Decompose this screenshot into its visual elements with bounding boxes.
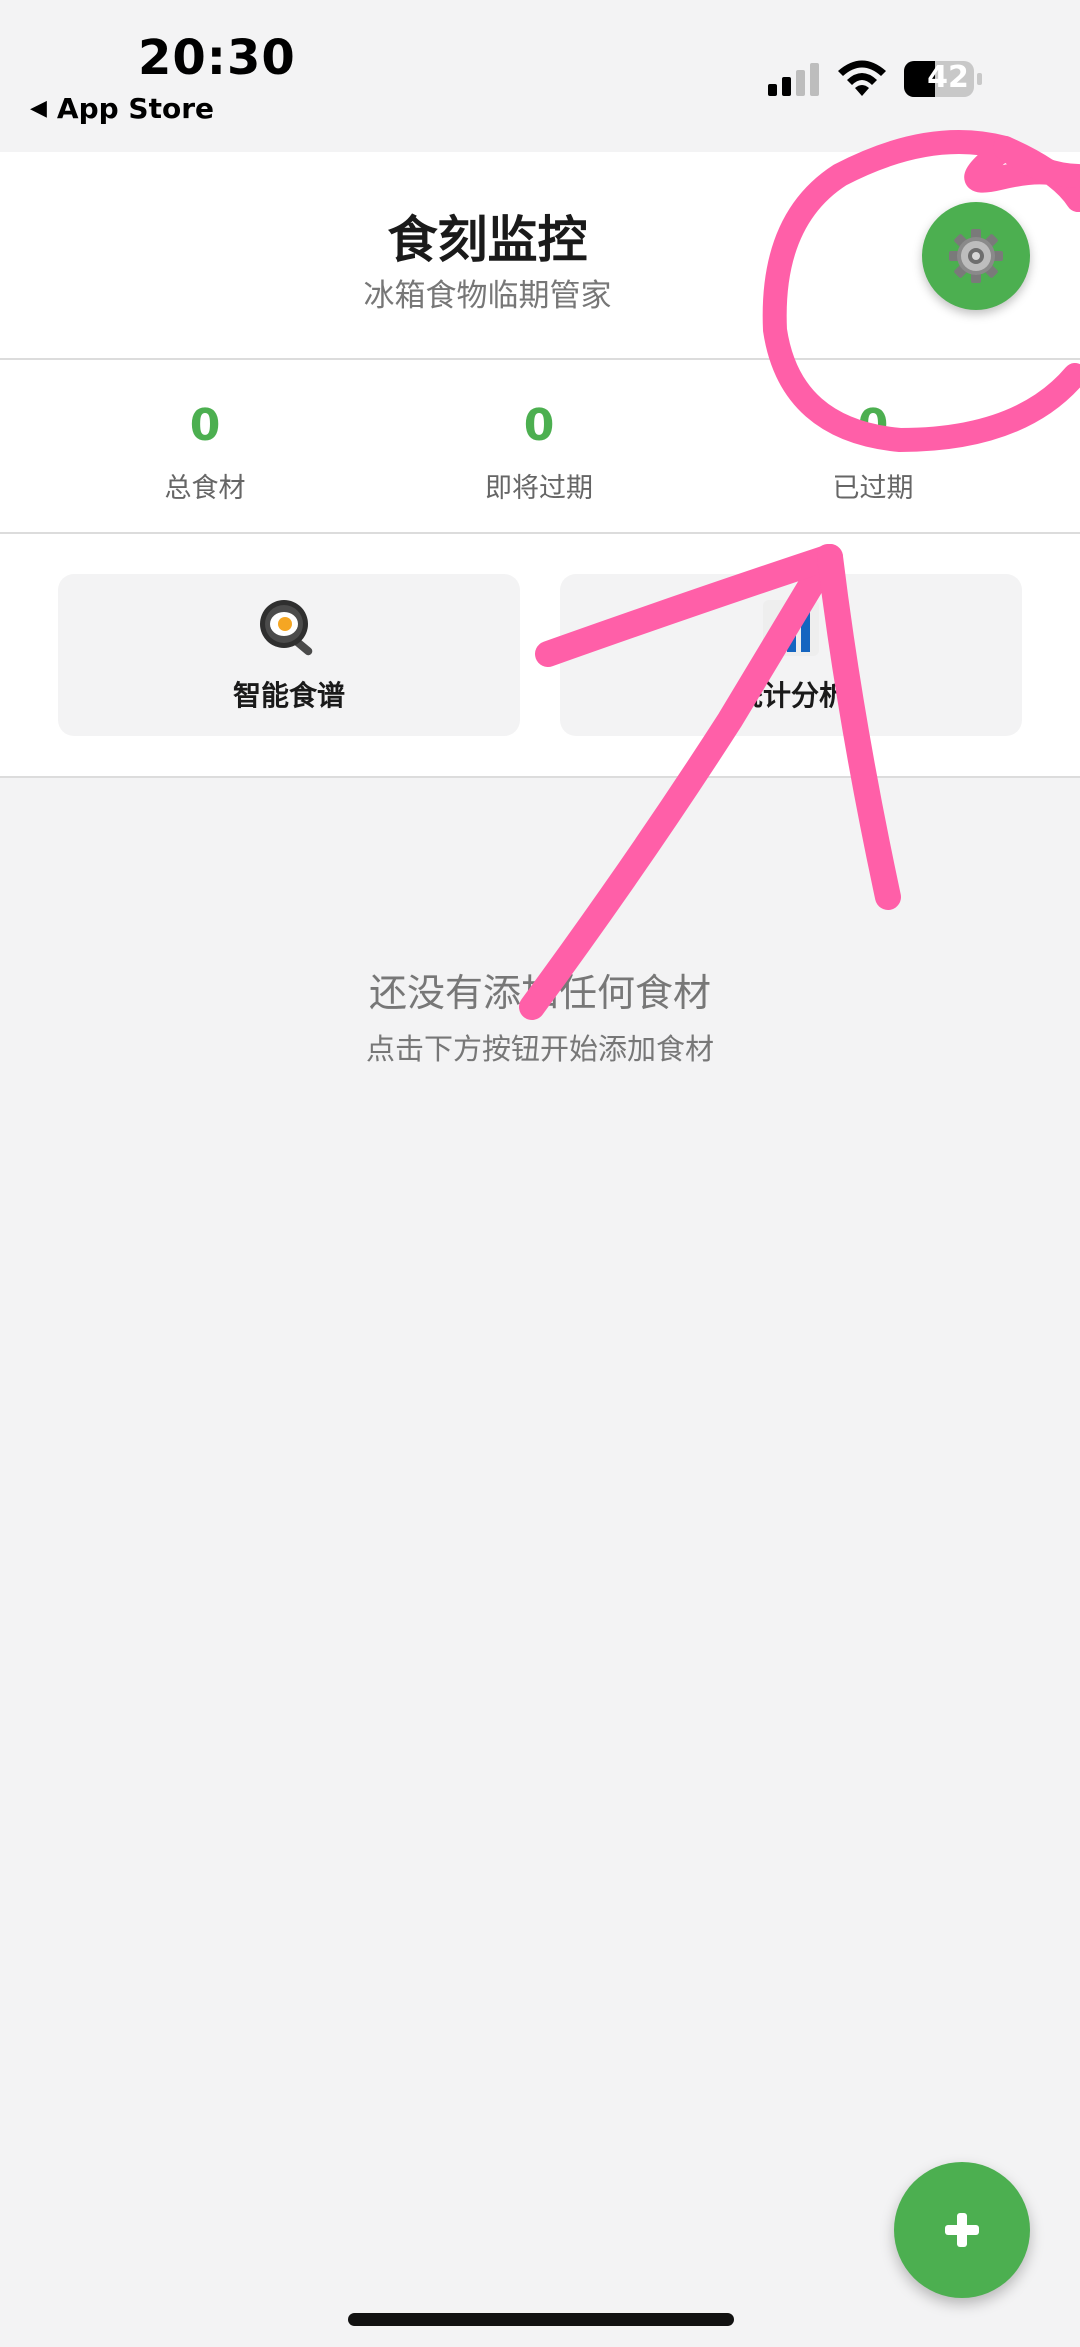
back-to-app-store-link[interactable]: ◀ App Store [30, 92, 214, 125]
smart-recipe-button[interactable]: 智能食谱 [58, 574, 520, 736]
stat-total-label: 总食材 [164, 473, 246, 504]
stat-expired-value: 0 [857, 400, 889, 451]
home-indicator [348, 2313, 734, 2326]
frying-pan-icon [260, 600, 313, 656]
plus-icon [945, 2213, 979, 2247]
battery-level: 42 [927, 60, 969, 95]
empty-state-title: 还没有添加任何食材 [368, 971, 711, 1015]
stat-expired: 0 已过期 [703, 400, 1043, 505]
status-time: 20:30 [138, 30, 296, 86]
statistics-button[interactable]: 统计分析 [560, 574, 1022, 736]
stat-total: 0 总食材 [35, 400, 375, 505]
settings-button[interactable] [922, 202, 1030, 310]
status-bar: 20:30 ◀ App Store 42 [0, 0, 1080, 150]
back-arrow-icon: ◀ [30, 96, 47, 121]
stats-summary: 0 总食材 0 即将过期 0 已过期 [0, 360, 1080, 534]
stat-expiring: 0 即将过期 [369, 400, 709, 505]
stat-expiring-label: 即将过期 [485, 473, 593, 504]
stat-expiring-value: 0 [523, 400, 555, 451]
empty-state-hint: 点击下方按钮开始添加食材 [365, 1032, 714, 1066]
cellular-signal-icon [768, 63, 819, 96]
app-header: 食刻监控 冰箱食物临期管家 [0, 152, 1080, 360]
wifi-icon [838, 60, 886, 96]
bar-chart-icon [763, 600, 819, 656]
page-title: 食刻监控 [387, 211, 588, 269]
add-food-button[interactable] [894, 2162, 1030, 2298]
stat-expired-label: 已过期 [832, 473, 914, 504]
statistics-label: 统计分析 [734, 679, 847, 712]
page-subtitle: 冰箱食物临期管家 [363, 278, 612, 314]
gear-icon [949, 229, 1003, 283]
back-label: App Store [56, 92, 215, 125]
quick-actions: 智能食谱 统计分析 [0, 534, 1080, 778]
stat-total-value: 0 [189, 400, 221, 451]
smart-recipe-label: 智能食谱 [232, 679, 345, 712]
